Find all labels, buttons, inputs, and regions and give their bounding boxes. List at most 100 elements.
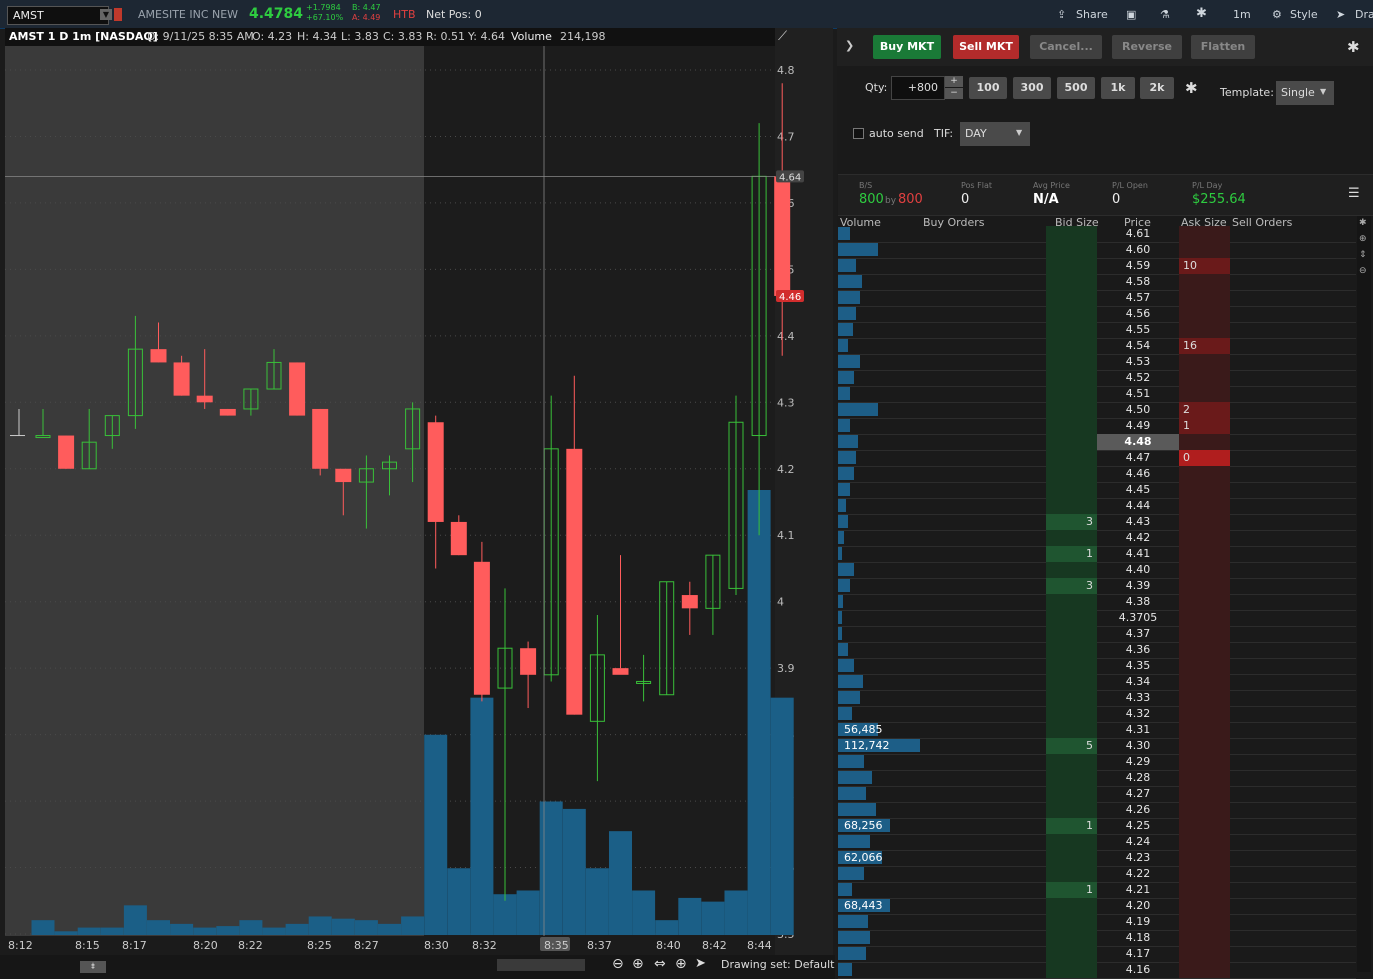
ladder-ask-cell[interactable] <box>1179 690 1230 706</box>
collapse-chevron-icon[interactable]: ❯ <box>845 39 854 52</box>
drawings-button[interactable]: Dra <box>1355 8 1373 21</box>
ladder-bid-cell[interactable] <box>1046 690 1097 706</box>
ladder-ask-cell[interactable] <box>1179 914 1230 930</box>
ladder-ask-cell[interactable] <box>1179 434 1230 450</box>
ladder-row[interactable]: 4.34 <box>838 674 1356 691</box>
ladder-row[interactable]: 4.35 <box>838 658 1356 675</box>
ladder-ask-cell[interactable] <box>1179 658 1230 674</box>
ladder-ask-cell[interactable] <box>1179 530 1230 546</box>
zoom-in-icon[interactable]: ⊕ <box>1359 234 1367 244</box>
qty-preset-100[interactable]: 100 <box>969 77 1007 99</box>
ladder-ask-cell[interactable] <box>1179 306 1230 322</box>
ladder-ask-cell[interactable] <box>1179 226 1230 242</box>
ladder-ask-cell[interactable] <box>1179 370 1230 386</box>
ladder-bid-cell[interactable]: 3 <box>1046 514 1097 530</box>
ladder-row[interactable]: 4.38 <box>838 594 1356 611</box>
ladder-bid-cell[interactable] <box>1046 402 1097 418</box>
zoom-out-icon[interactable]: ⊖ <box>612 956 624 972</box>
ladder-bid-cell[interactable]: 1 <box>1046 546 1097 562</box>
style-button[interactable]: Style <box>1290 8 1318 21</box>
ladder-row[interactable]: 4.58 <box>838 274 1356 291</box>
ladder-bid-cell[interactable] <box>1046 338 1097 354</box>
ladder-row[interactable]: 4.26 <box>838 802 1356 819</box>
ladder-ask-cell[interactable] <box>1179 882 1230 898</box>
ladder-bid-cell[interactable] <box>1046 594 1097 610</box>
ladder-ask-cell[interactable]: 1 <box>1179 418 1230 434</box>
ladder-ask-cell[interactable] <box>1179 514 1230 530</box>
ladder-ask-cell[interactable] <box>1179 722 1230 738</box>
ladder-ask-cell[interactable]: 2 <box>1179 402 1230 418</box>
ladder-row[interactable]: 4.55 <box>838 322 1356 339</box>
ladder-ask-cell[interactable] <box>1179 466 1230 482</box>
ladder-row[interactable]: 1 4.21 <box>838 882 1356 899</box>
ladder-bid-cell[interactable] <box>1046 706 1097 722</box>
ladder-ask-cell[interactable]: 10 <box>1179 258 1230 274</box>
ladder-bid-cell[interactable] <box>1046 770 1097 786</box>
ladder-bid-cell[interactable] <box>1046 482 1097 498</box>
tif-select[interactable]: DAY ▼ <box>960 122 1030 146</box>
ladder-ask-cell[interactable] <box>1179 562 1230 578</box>
ladder-bid-cell[interactable] <box>1046 754 1097 770</box>
ladder-bid-cell[interactable] <box>1046 418 1097 434</box>
ladder-ask-cell[interactable] <box>1179 754 1230 770</box>
auto-send-checkbox[interactable] <box>853 128 864 139</box>
ladder-bid-cell[interactable] <box>1046 786 1097 802</box>
ladder-bid-cell[interactable] <box>1046 674 1097 690</box>
cursor-icon[interactable]: ➤ <box>1336 8 1345 21</box>
ladder-row[interactable]: 56,485 4.31 <box>838 722 1356 739</box>
pointer-icon[interactable]: ➤ <box>695 956 706 971</box>
ladder-ask-cell[interactable] <box>1179 594 1230 610</box>
gear-icon[interactable]: ✱ <box>1347 38 1360 56</box>
ladder-row[interactable]: 4.33 <box>838 690 1356 707</box>
ladder-bid-cell[interactable] <box>1046 722 1097 738</box>
ladder-row[interactable]: 3 4.43 <box>838 514 1356 531</box>
ladder-bid-cell[interactable] <box>1046 434 1097 450</box>
ladder-row[interactable]: 4.3705 <box>838 610 1356 627</box>
qty-preset-1k[interactable]: 1k <box>1101 77 1135 99</box>
ladder-row[interactable]: 4.60 <box>838 242 1356 259</box>
ladder-ask-cell[interactable] <box>1179 962 1230 978</box>
ladder-ask-cell[interactable] <box>1179 354 1230 370</box>
ladder-row[interactable]: 68,256 1 4.25 <box>838 818 1356 835</box>
drawing-set[interactable]: Drawing set: Default <box>721 958 834 971</box>
reverse-button[interactable]: Reverse <box>1112 35 1182 59</box>
cancel-button[interactable]: Cancel... <box>1030 35 1102 59</box>
chart-scrollbar[interactable] <box>497 959 585 971</box>
ladder-bid-cell[interactable]: 1 <box>1046 818 1097 834</box>
ladder-row[interactable]: 4.57 <box>838 290 1356 307</box>
ladder-ask-cell[interactable] <box>1179 770 1230 786</box>
ladder-ask-cell[interactable] <box>1179 642 1230 658</box>
ladder-bid-cell[interactable] <box>1046 274 1097 290</box>
ladder-row[interactable]: 4.47 0 <box>838 450 1356 467</box>
ladder-ask-cell[interactable] <box>1179 834 1230 850</box>
ladder-ask-cell[interactable] <box>1179 322 1230 338</box>
ladder-bid-cell[interactable] <box>1046 658 1097 674</box>
ladder-ask-cell[interactable] <box>1179 706 1230 722</box>
ladder-bid-cell[interactable]: 3 <box>1046 578 1097 594</box>
ladder-ask-cell[interactable] <box>1179 578 1230 594</box>
ladder-row[interactable]: 4.59 10 <box>838 258 1356 275</box>
ladder-row[interactable]: 4.54 16 <box>838 338 1356 355</box>
settings-icon[interactable]: ✱ <box>1196 6 1207 21</box>
ladder-ask-cell[interactable] <box>1179 946 1230 962</box>
sell-mkt-button[interactable]: Sell MKT <box>953 35 1019 59</box>
ladder-row[interactable]: 112,742 5 4.30 <box>838 738 1356 755</box>
ladder-row[interactable]: 62,066 4.23 <box>838 850 1356 867</box>
ladder-scrollbar[interactable]: ✱ ⊕ ⇕ ⊖ <box>1357 216 1371 972</box>
ladder-row[interactable]: 4.42 <box>838 530 1356 547</box>
ladder-ask-cell[interactable] <box>1179 626 1230 642</box>
qty-decrement-icon[interactable]: − <box>945 88 963 99</box>
ladder-bid-cell[interactable] <box>1046 530 1097 546</box>
ladder-ask-cell[interactable] <box>1179 546 1230 562</box>
ladder-bid-cell[interactable] <box>1046 642 1097 658</box>
ladder-bid-cell[interactable] <box>1046 306 1097 322</box>
ladder-row[interactable]: 4.36 <box>838 642 1356 659</box>
ladder-bid-cell[interactable] <box>1046 386 1097 402</box>
symbol-selector[interactable]: AMST ▼ <box>7 6 112 25</box>
ladder-ask-cell[interactable] <box>1179 818 1230 834</box>
ladder-row[interactable]: 4.17 <box>838 946 1356 963</box>
zoom-in-icon[interactable]: ⊕ <box>632 956 644 972</box>
ladder-row[interactable]: 68,443 4.20 <box>838 898 1356 915</box>
ladder-row[interactable]: 4.16 <box>838 962 1356 979</box>
ladder-row[interactable]: 4.45 <box>838 482 1356 499</box>
